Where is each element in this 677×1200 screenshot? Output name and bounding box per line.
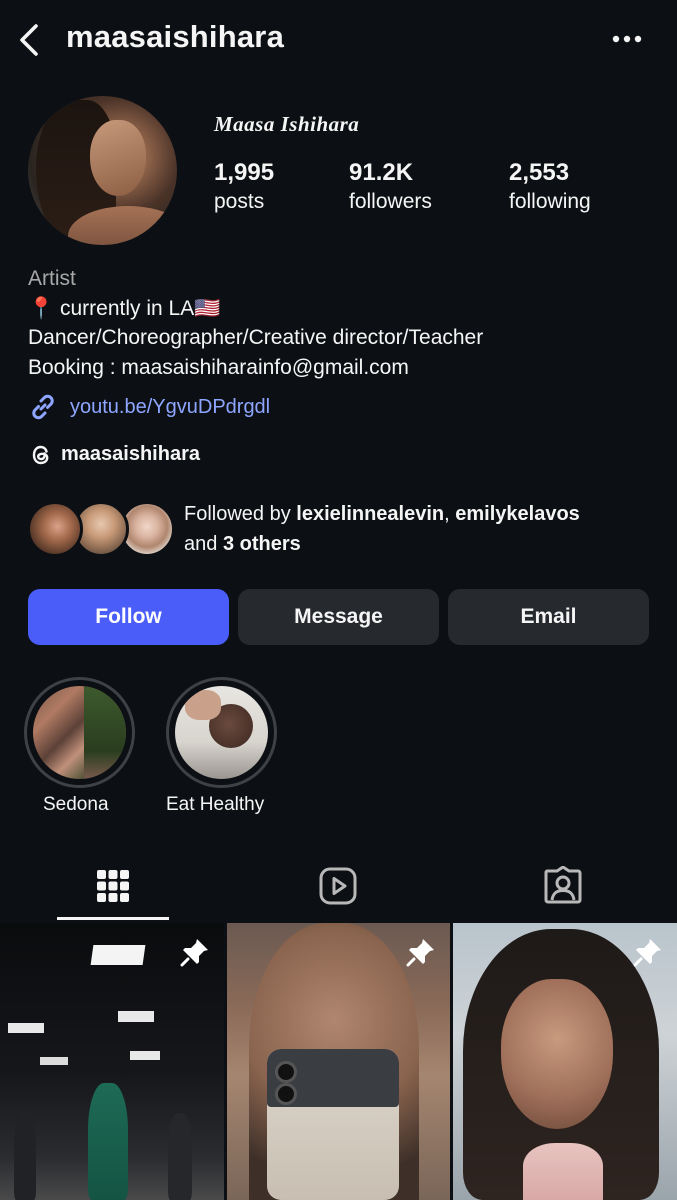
profile-username: maasaishihara bbox=[66, 19, 285, 54]
grid-icon bbox=[97, 870, 129, 902]
bio-line: 📍 currently in LA🇺🇸 bbox=[28, 296, 221, 320]
posts-count[interactable]: 1,995 posts bbox=[214, 158, 274, 216]
highlight-cover bbox=[175, 686, 268, 779]
highlight-label: Eat Healthy bbox=[166, 794, 265, 815]
message-button[interactable]: Message bbox=[238, 589, 439, 645]
followers-count[interactable]: 91.2K followers bbox=[349, 158, 432, 216]
stat-label: following bbox=[509, 190, 591, 213]
profile-page: maasaishihara Maasa Ishihara 1,995 posts… bbox=[0, 0, 677, 1200]
link-icon bbox=[32, 394, 54, 420]
pin-icon bbox=[180, 939, 208, 967]
threads-badge[interactable]: maasaishihara bbox=[28, 442, 200, 467]
highlight-cover bbox=[33, 686, 126, 779]
follow-button[interactable]: Follow bbox=[28, 589, 229, 645]
tab-posts-grid[interactable] bbox=[57, 850, 169, 922]
avatar bbox=[27, 501, 83, 557]
threads-icon bbox=[28, 442, 53, 467]
post-thumbnail[interactable] bbox=[227, 923, 450, 1200]
tab-tagged[interactable] bbox=[507, 850, 619, 922]
bio-line: Dancer/Choreographer/Creative director/T… bbox=[28, 326, 484, 349]
highlight-label: Sedona bbox=[43, 794, 109, 815]
bio-link[interactable]: youtu.be/YgvuDPdrgdl bbox=[28, 392, 270, 422]
followed-by-prefix: Followed by bbox=[184, 503, 297, 525]
pin-icon bbox=[406, 939, 434, 967]
post-thumbnail[interactable] bbox=[0, 923, 224, 1200]
display-name: Maasa Ishihara bbox=[214, 112, 360, 136]
separator: , bbox=[444, 503, 456, 525]
threads-handle: maasaishihara bbox=[61, 443, 200, 465]
email-button[interactable]: Email bbox=[448, 589, 649, 645]
tab-reels[interactable] bbox=[282, 850, 394, 922]
stat-label: followers bbox=[349, 190, 432, 213]
bio-line: Booking : maasaishiharainfo@gmail.com bbox=[28, 355, 409, 379]
stat-label: posts bbox=[214, 190, 265, 213]
tagged-icon bbox=[544, 866, 582, 904]
highlight-ring bbox=[166, 677, 277, 788]
top-bar: maasaishihara bbox=[0, 0, 677, 80]
mutual-followers-avatars[interactable] bbox=[27, 501, 177, 559]
stat-value: 1,995 bbox=[214, 159, 275, 186]
profile-category: Artist bbox=[28, 267, 76, 290]
post-thumbnail[interactable] bbox=[453, 923, 677, 1200]
mutual-follower-name: emilykelavos bbox=[455, 503, 580, 525]
profile-tabs bbox=[0, 850, 677, 922]
stat-value: 2,553 bbox=[509, 159, 570, 186]
mutual-follower-name: lexielinnealevin bbox=[296, 503, 445, 525]
bio-link-text: youtu.be/YgvuDPdrgdl bbox=[70, 395, 271, 418]
followed-by-and: and bbox=[184, 532, 223, 555]
back-button[interactable] bbox=[12, 20, 46, 60]
reels-icon bbox=[319, 867, 357, 905]
mutual-followers-others: 3 others bbox=[222, 532, 301, 555]
more-options-button[interactable] bbox=[606, 24, 648, 54]
posts-grid bbox=[0, 923, 677, 1200]
bio: Artist 📍 currently in LA🇺🇸 Dancer/Choreo… bbox=[28, 264, 658, 382]
highlight-ring bbox=[24, 677, 135, 788]
active-tab-indicator bbox=[57, 917, 169, 920]
profile-avatar[interactable] bbox=[28, 96, 177, 245]
following-count[interactable]: 2,553 following bbox=[509, 158, 591, 216]
more-horizontal-icon bbox=[612, 35, 642, 43]
chevron-left-icon bbox=[20, 24, 38, 56]
pin-icon bbox=[633, 939, 661, 967]
followed-by-text[interactable]: Followed by lexielinnealevin, emilykelav… bbox=[184, 500, 664, 559]
stat-value: 91.2K bbox=[349, 159, 414, 186]
